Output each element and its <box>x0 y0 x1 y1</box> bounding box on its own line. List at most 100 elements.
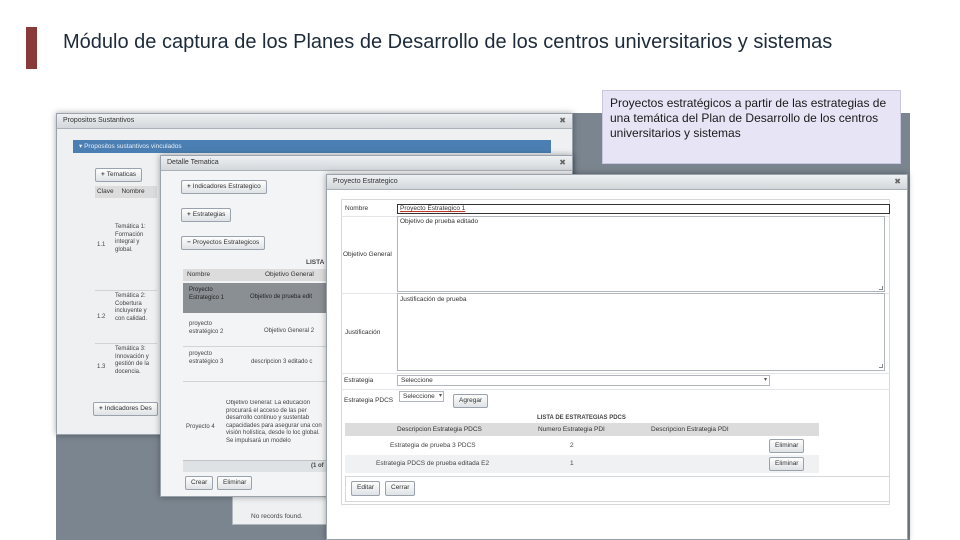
tematicas-button-label: Tematicas <box>106 171 137 178</box>
resize-handle-icon[interactable] <box>879 286 883 290</box>
nombre-label: Nombre <box>345 205 369 212</box>
col-header-desc: Descripcion Estrategia PDCS <box>397 426 482 433</box>
estrategias-label: Estrategias <box>192 211 226 218</box>
table-row-nombre: Temática 2: Cobertura incluyente y con c… <box>115 293 148 322</box>
dropdown-arrow-icon: ▾ <box>438 393 442 399</box>
col-header-objetivo: Objetivo General <box>265 271 314 278</box>
estrategia-label: Estrategia <box>344 377 374 384</box>
indicadores-estrategico-button[interactable]: + Indicadores Estrategico <box>181 180 267 194</box>
callout-note: Proyectos estratégicos a partir de las e… <box>602 90 901 164</box>
estrategia-pdcs-label: Estrategia PDCS <box>344 397 394 404</box>
table-row-nombre: Temática 3: Innovación y gestión de la d… <box>115 346 150 375</box>
plus-icon: + <box>101 171 105 178</box>
table-row-clave: 1.1 <box>97 242 106 248</box>
col-header-nombre: Nombre <box>187 271 211 278</box>
pager-text: (1 of <box>311 463 324 469</box>
row-nombre: proyecto estratégico 2 <box>189 321 224 335</box>
indicadores-des-label: Indicadores Des <box>104 405 152 412</box>
row-num: 2 <box>570 442 574 449</box>
row-objetivo: Objetivo General 2 <box>264 328 315 334</box>
row-divider <box>95 343 157 344</box>
objetivo-textarea[interactable] <box>397 216 885 292</box>
lista-label: LISTA <box>306 259 325 266</box>
agregar-button[interactable]: Agregar <box>453 394 489 408</box>
row-divider <box>183 381 326 382</box>
propositos-window-title: Propositos Sustantivos <box>63 117 135 124</box>
proyectos-estrategicos-label: Proyectos Estrategicos <box>192 239 260 246</box>
close-icon[interactable]: ✖ <box>894 177 901 186</box>
slide: Módulo de captura de los Planes de Desar… <box>0 0 960 540</box>
col-header-clave: Clave <box>97 188 114 195</box>
col-header-nombre: Nombre <box>121 188 145 195</box>
plus-icon: + <box>99 405 103 412</box>
no-records-text: No records found. <box>251 513 303 520</box>
table-row: Estrategia PDCS de prueba editada E2 1 E… <box>345 455 819 473</box>
table-row: Estrategia de prueba 3 PDCS 2 Eliminar <box>345 437 819 455</box>
table-row-clave: 1.3 <box>97 364 106 370</box>
editar-button[interactable]: Editar <box>351 481 380 496</box>
row-objetivo: Objetivo General: La educación procurará… <box>226 400 322 444</box>
row-nombre: proyecto estratégico 3 <box>189 351 224 365</box>
row-nombre: Proyecto 4 <box>186 424 215 430</box>
detalle-window-title: Detalle Tematica <box>167 159 219 166</box>
propositos-window-header: Propositos Sustantivos ✖ <box>57 114 572 129</box>
row-divider <box>95 290 157 291</box>
form-divider <box>341 373 890 374</box>
close-icon[interactable]: ✖ <box>559 158 566 167</box>
estrategias-button[interactable]: + Estrategias <box>181 208 232 222</box>
estrategias-table-title: LISTA DE ESTRATEGIAS PDCS <box>537 415 626 421</box>
estrategia-select[interactable]: Seleccione ▾ <box>397 375 770 386</box>
justificacion-label: Justificación <box>345 329 381 336</box>
proyecto-dialog-title: Proyecto Estrategico <box>333 178 398 185</box>
form-divider <box>341 389 890 390</box>
objetivo-value: Objetivo de prueba editado <box>400 218 479 225</box>
crear-button[interactable]: Crear <box>185 476 214 490</box>
col-header-pdi: Descripcion Estrategia PDI <box>651 426 729 433</box>
estrategia-pdcs-select[interactable]: Seleccione ▾ <box>399 391 444 402</box>
estrategia-pdcs-value: Seleccione <box>403 393 435 400</box>
row-desc: Estrategia de prueba 3 PDCS <box>390 442 476 449</box>
propositos-accordion[interactable]: ▾ Propositos sustantivos vinculados <box>73 140 551 153</box>
row-divider <box>183 346 326 347</box>
proyecto-dialog-header: Proyecto Estrategico ✖ <box>327 175 907 190</box>
row-objetivo: descripcion 3 editado c <box>251 359 313 365</box>
tematicas-table-header: Clave Nombre <box>95 186 157 198</box>
proyecto-estrategico-dialog: Proyecto Estrategico ✖ Nombre Proyecto E… <box>326 174 908 540</box>
accent-bar <box>26 27 37 69</box>
table-row-selected[interactable]: Proyecto Estrategico 1 Objetivo de prueb… <box>183 283 326 313</box>
plus-icon: + <box>187 183 191 190</box>
objetivo-label: Objetivo General <box>343 251 392 258</box>
justificacion-textarea[interactable] <box>397 293 885 371</box>
pager-bar: (1 of <box>183 460 326 472</box>
estrategia-select-value: Seleccione <box>401 377 433 384</box>
justificacion-value: Justificación de prueba <box>400 296 467 303</box>
row-nombre: Proyecto Estrategico 1 <box>189 287 225 301</box>
slide-title: Módulo de captura de los Planes de Desar… <box>63 31 833 53</box>
eliminar-row-button[interactable]: Eliminar <box>769 457 805 471</box>
indicadores-des-button[interactable]: + Indicadores Des <box>93 402 158 416</box>
detalle-window-header: Detalle Tematica ✖ <box>161 156 572 171</box>
close-icon[interactable]: ✖ <box>559 116 566 125</box>
eliminar-row-button[interactable]: Eliminar <box>769 439 805 453</box>
cerrar-button[interactable]: Cerrar <box>385 481 416 496</box>
row-desc: Estrategia PDCS de prueba editada E2 <box>376 460 490 467</box>
dialog-button-bar <box>345 476 890 502</box>
table-row-nombre: Temática 1: Formación integral y global. <box>115 224 146 253</box>
indicadores-estrategico-label: Indicadores Estrategico <box>192 183 261 190</box>
proyectos-estrategicos-button[interactable]: − Proyectos Estrategicos <box>181 236 266 250</box>
propositos-accordion-label: Propositos sustantivos vinculados <box>84 143 182 150</box>
nombre-value: Proyecto Estrategico 1 <box>400 205 466 212</box>
plus-icon: + <box>187 211 191 218</box>
minus-icon: − <box>187 239 191 246</box>
triangle-down-icon: ▾ <box>79 143 83 150</box>
col-header-num: Numero Estrategia PDI <box>538 426 605 433</box>
row-num: 1 <box>570 460 574 467</box>
lower-panel: No records found. <box>232 495 328 525</box>
nombre-input[interactable] <box>397 204 890 214</box>
eliminar-button[interactable]: Eliminar <box>217 476 253 490</box>
resize-handle-icon[interactable] <box>879 364 883 368</box>
tematicas-button[interactable]: + Tematicas <box>95 168 143 182</box>
estrategias-table-header: Descripcion Estrategia PDCS Numero Estra… <box>345 423 819 436</box>
dropdown-arrow-icon: ▾ <box>763 377 767 383</box>
table-row-clave: 1.2 <box>97 314 106 320</box>
